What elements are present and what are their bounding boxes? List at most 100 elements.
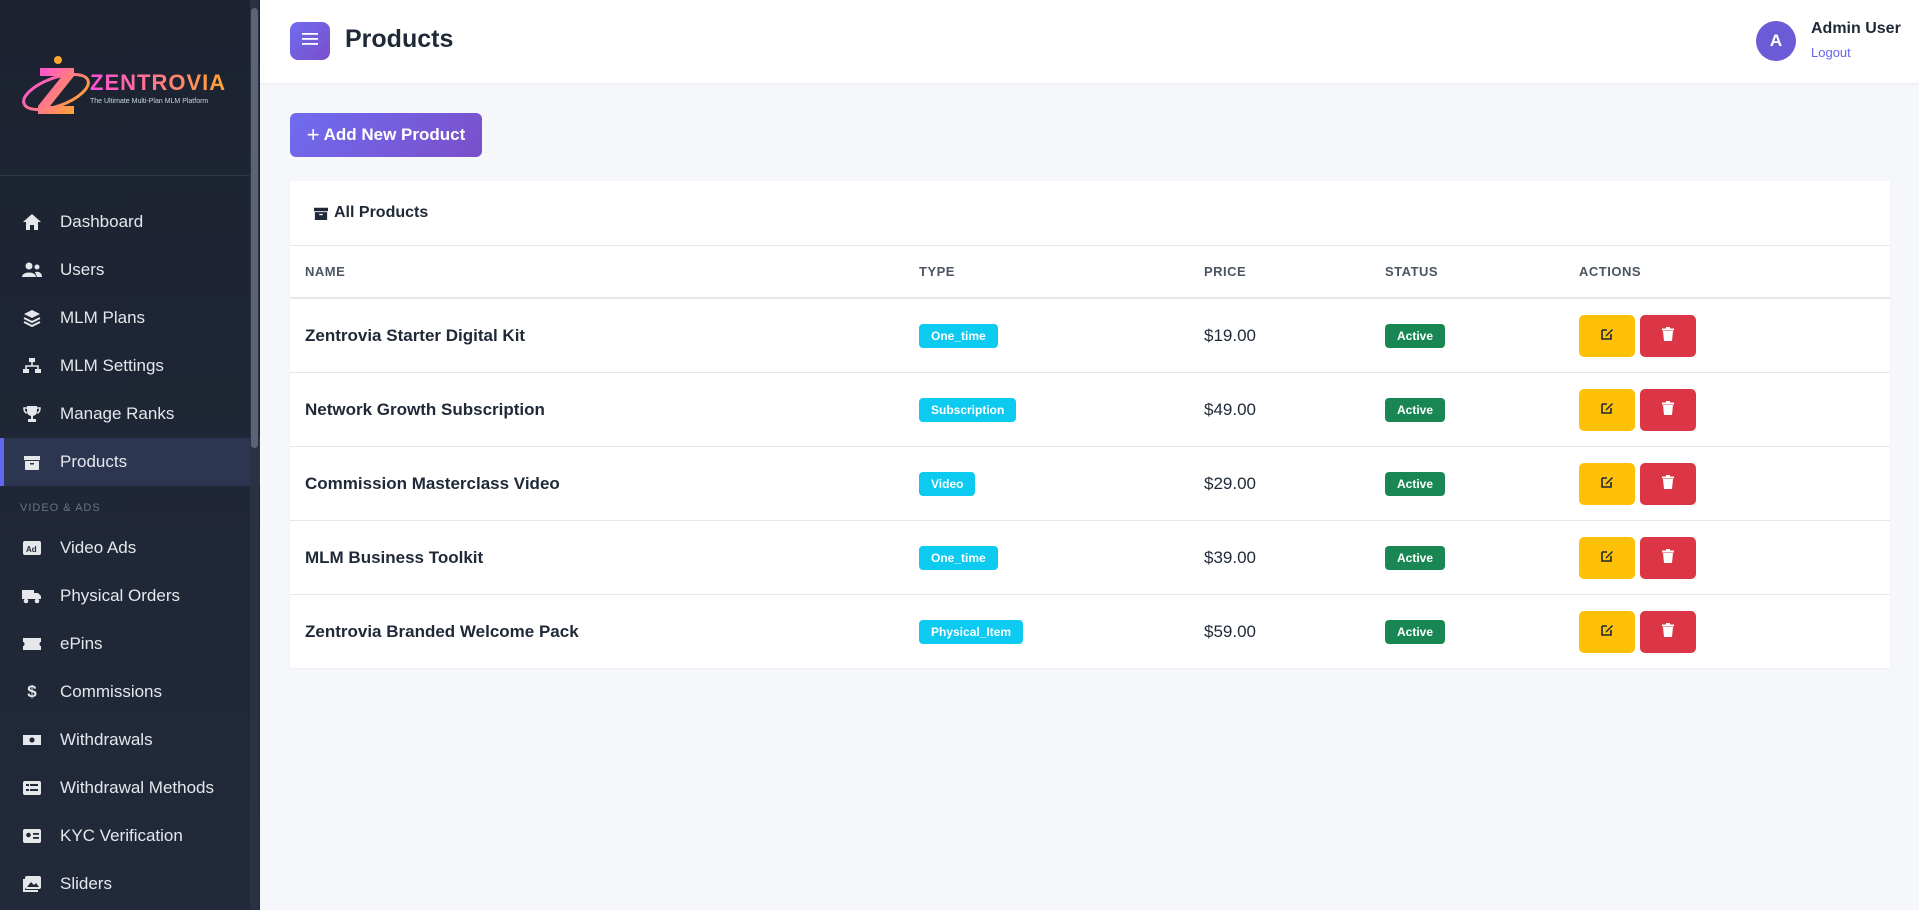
trash-icon: [1662, 622, 1674, 642]
product-price: $59.00: [1204, 621, 1256, 641]
edit-button[interactable]: [1579, 610, 1635, 653]
add-new-product-button[interactable]: + Add New Product: [290, 113, 482, 157]
sidebar-item-label: KYC Verification: [60, 826, 183, 845]
type-badge: Subscription: [919, 397, 1017, 422]
sitemap-icon: [22, 356, 42, 376]
home-icon: [22, 212, 42, 232]
sidebar-item-mlm-settings[interactable]: MLM Settings: [0, 342, 260, 390]
type-badge: Video: [919, 471, 976, 496]
box-icon: [314, 206, 328, 220]
truck-icon: [22, 586, 42, 606]
product-price: $19.00: [1204, 298, 1385, 373]
sidebar-item-label: Sliders: [60, 874, 112, 893]
table-row: Commission Masterclass Video Video $29.0…: [290, 446, 1890, 521]
product-name: Commission Masterclass Video: [290, 446, 919, 521]
sidebar-item-products[interactable]: Products: [0, 438, 260, 486]
sidebar-item-label: Withdrawals: [60, 730, 153, 749]
product-name: MLM Business Toolkit: [290, 520, 919, 595]
products-card: All Products NAME TYPE PRICE STATUS ACTI…: [290, 181, 1890, 668]
edit-icon: [1600, 548, 1614, 568]
product-price: $39.00: [1204, 520, 1385, 595]
edit-button[interactable]: [1579, 536, 1635, 579]
delete-button[interactable]: [1640, 314, 1696, 357]
brand-logo-icon: [18, 54, 90, 122]
add-new-product-label: Add New Product: [323, 125, 466, 144]
sidebar-item-physical-orders[interactable]: Physical Orders: [0, 572, 260, 620]
table-header-row: NAME TYPE PRICE STATUS ACTIONS: [290, 246, 1890, 299]
column-header-actions: ACTIONS: [1579, 246, 1890, 299]
delete-button[interactable]: [1640, 462, 1696, 505]
type-badge: One_time: [919, 323, 998, 348]
trash-icon: [1662, 474, 1674, 494]
edit-button[interactable]: [1579, 314, 1635, 357]
card-header: All Products: [290, 181, 1890, 246]
table-row: Zentrovia Starter Digital Kit One_time $…: [290, 298, 1890, 373]
sidebar-item-withdrawal-methods[interactable]: Withdrawal Methods: [0, 764, 260, 812]
sidebar-nav: Dashboard Users MLM Plans MLM Settings M…: [0, 176, 260, 908]
trophy-icon: [22, 404, 42, 424]
top-header: Products A Admin User Logout: [260, 0, 1919, 83]
image-icon: [22, 874, 42, 894]
ad-icon: Ad: [22, 538, 42, 558]
delete-button[interactable]: [1640, 536, 1696, 579]
type-badge: One_time: [919, 545, 998, 570]
sidebar-item-label: MLM Plans: [60, 308, 146, 327]
status-badge: Active: [1385, 323, 1446, 348]
box-icon: [22, 452, 42, 472]
sidebar-item-withdrawals[interactable]: Withdrawals: [0, 716, 260, 764]
column-header-type[interactable]: TYPE: [919, 246, 1204, 299]
menu-toggle-button[interactable]: [290, 22, 330, 60]
sidebar-item-label: ePins: [60, 634, 103, 653]
delete-button[interactable]: [1640, 388, 1696, 431]
column-header-name[interactable]: NAME: [290, 246, 919, 299]
sidebar-item-label: Physical Orders: [60, 586, 180, 605]
sidebar-item-sliders[interactable]: Sliders: [0, 860, 260, 908]
edit-button[interactable]: [1579, 388, 1635, 431]
status-badge: Active: [1385, 471, 1446, 496]
trash-icon: [1662, 548, 1674, 568]
list-card-icon: [22, 778, 42, 798]
sidebar-item-label: Withdrawal Methods: [60, 778, 215, 797]
edit-icon: [1600, 400, 1614, 420]
plus-icon: +: [306, 122, 320, 147]
avatar[interactable]: A: [1756, 21, 1796, 61]
sidebar-item-video-ads[interactable]: Ad Video Ads: [0, 524, 260, 572]
type-badge: Physical_Item: [919, 619, 1024, 644]
column-header-status[interactable]: STATUS: [1385, 246, 1579, 299]
page-title: Products: [345, 25, 454, 53]
sidebar-item-commissions[interactable]: $ Commissions: [0, 668, 260, 716]
sidebar-scrollbar-thumb[interactable]: [251, 8, 258, 448]
product-name: Zentrovia Starter Digital Kit: [290, 298, 919, 373]
sidebar-item-dashboard[interactable]: Dashboard: [0, 198, 260, 246]
product-name: Network Growth Subscription: [290, 372, 919, 447]
sidebar-item-kyc-verification[interactable]: KYC Verification: [0, 812, 260, 860]
product-price: $29.00: [1204, 446, 1385, 521]
sidebar-item-label: Products: [60, 452, 128, 471]
table-row: Network Growth Subscription Subscription…: [290, 372, 1890, 447]
user-name: Admin User: [1811, 20, 1901, 37]
edit-icon: [1600, 622, 1614, 642]
edit-button[interactable]: [1579, 462, 1635, 505]
trash-icon: [1662, 400, 1674, 420]
sidebar-item-mlm-plans[interactable]: MLM Plans: [0, 294, 260, 342]
sidebar-item-label: Commissions: [60, 682, 163, 701]
svg-text:Ad: Ad: [26, 545, 37, 554]
edit-icon: [1600, 326, 1614, 346]
products-table: NAME TYPE PRICE STATUS ACTIONS Zentrovia…: [290, 246, 1890, 668]
sidebar-item-epins[interactable]: ePins: [0, 620, 260, 668]
logo[interactable]: ZENTROVIA The Ultimate Multi-Plan MLM Pl…: [0, 0, 260, 176]
delete-button[interactable]: [1640, 610, 1696, 653]
brand-name: ZENTROVIA: [90, 70, 227, 95]
id-card-icon: [22, 826, 42, 846]
column-header-price[interactable]: PRICE: [1204, 246, 1385, 299]
table-row: MLM Business Toolkit One_time $39.00 Act…: [290, 520, 1890, 595]
users-icon: [22, 260, 42, 280]
logout-link[interactable]: Logout: [1811, 45, 1851, 60]
sidebar-item-label: Manage Ranks: [60, 404, 175, 423]
sidebar: ZENTROVIA The Ultimate Multi-Plan MLM Pl…: [0, 0, 260, 910]
trash-icon: [1662, 326, 1674, 346]
sidebar-item-users[interactable]: Users: [0, 246, 260, 294]
layers-icon: [22, 308, 42, 328]
sidebar-item-manage-ranks[interactable]: Manage Ranks: [0, 390, 260, 438]
hamburger-icon: [302, 32, 318, 51]
